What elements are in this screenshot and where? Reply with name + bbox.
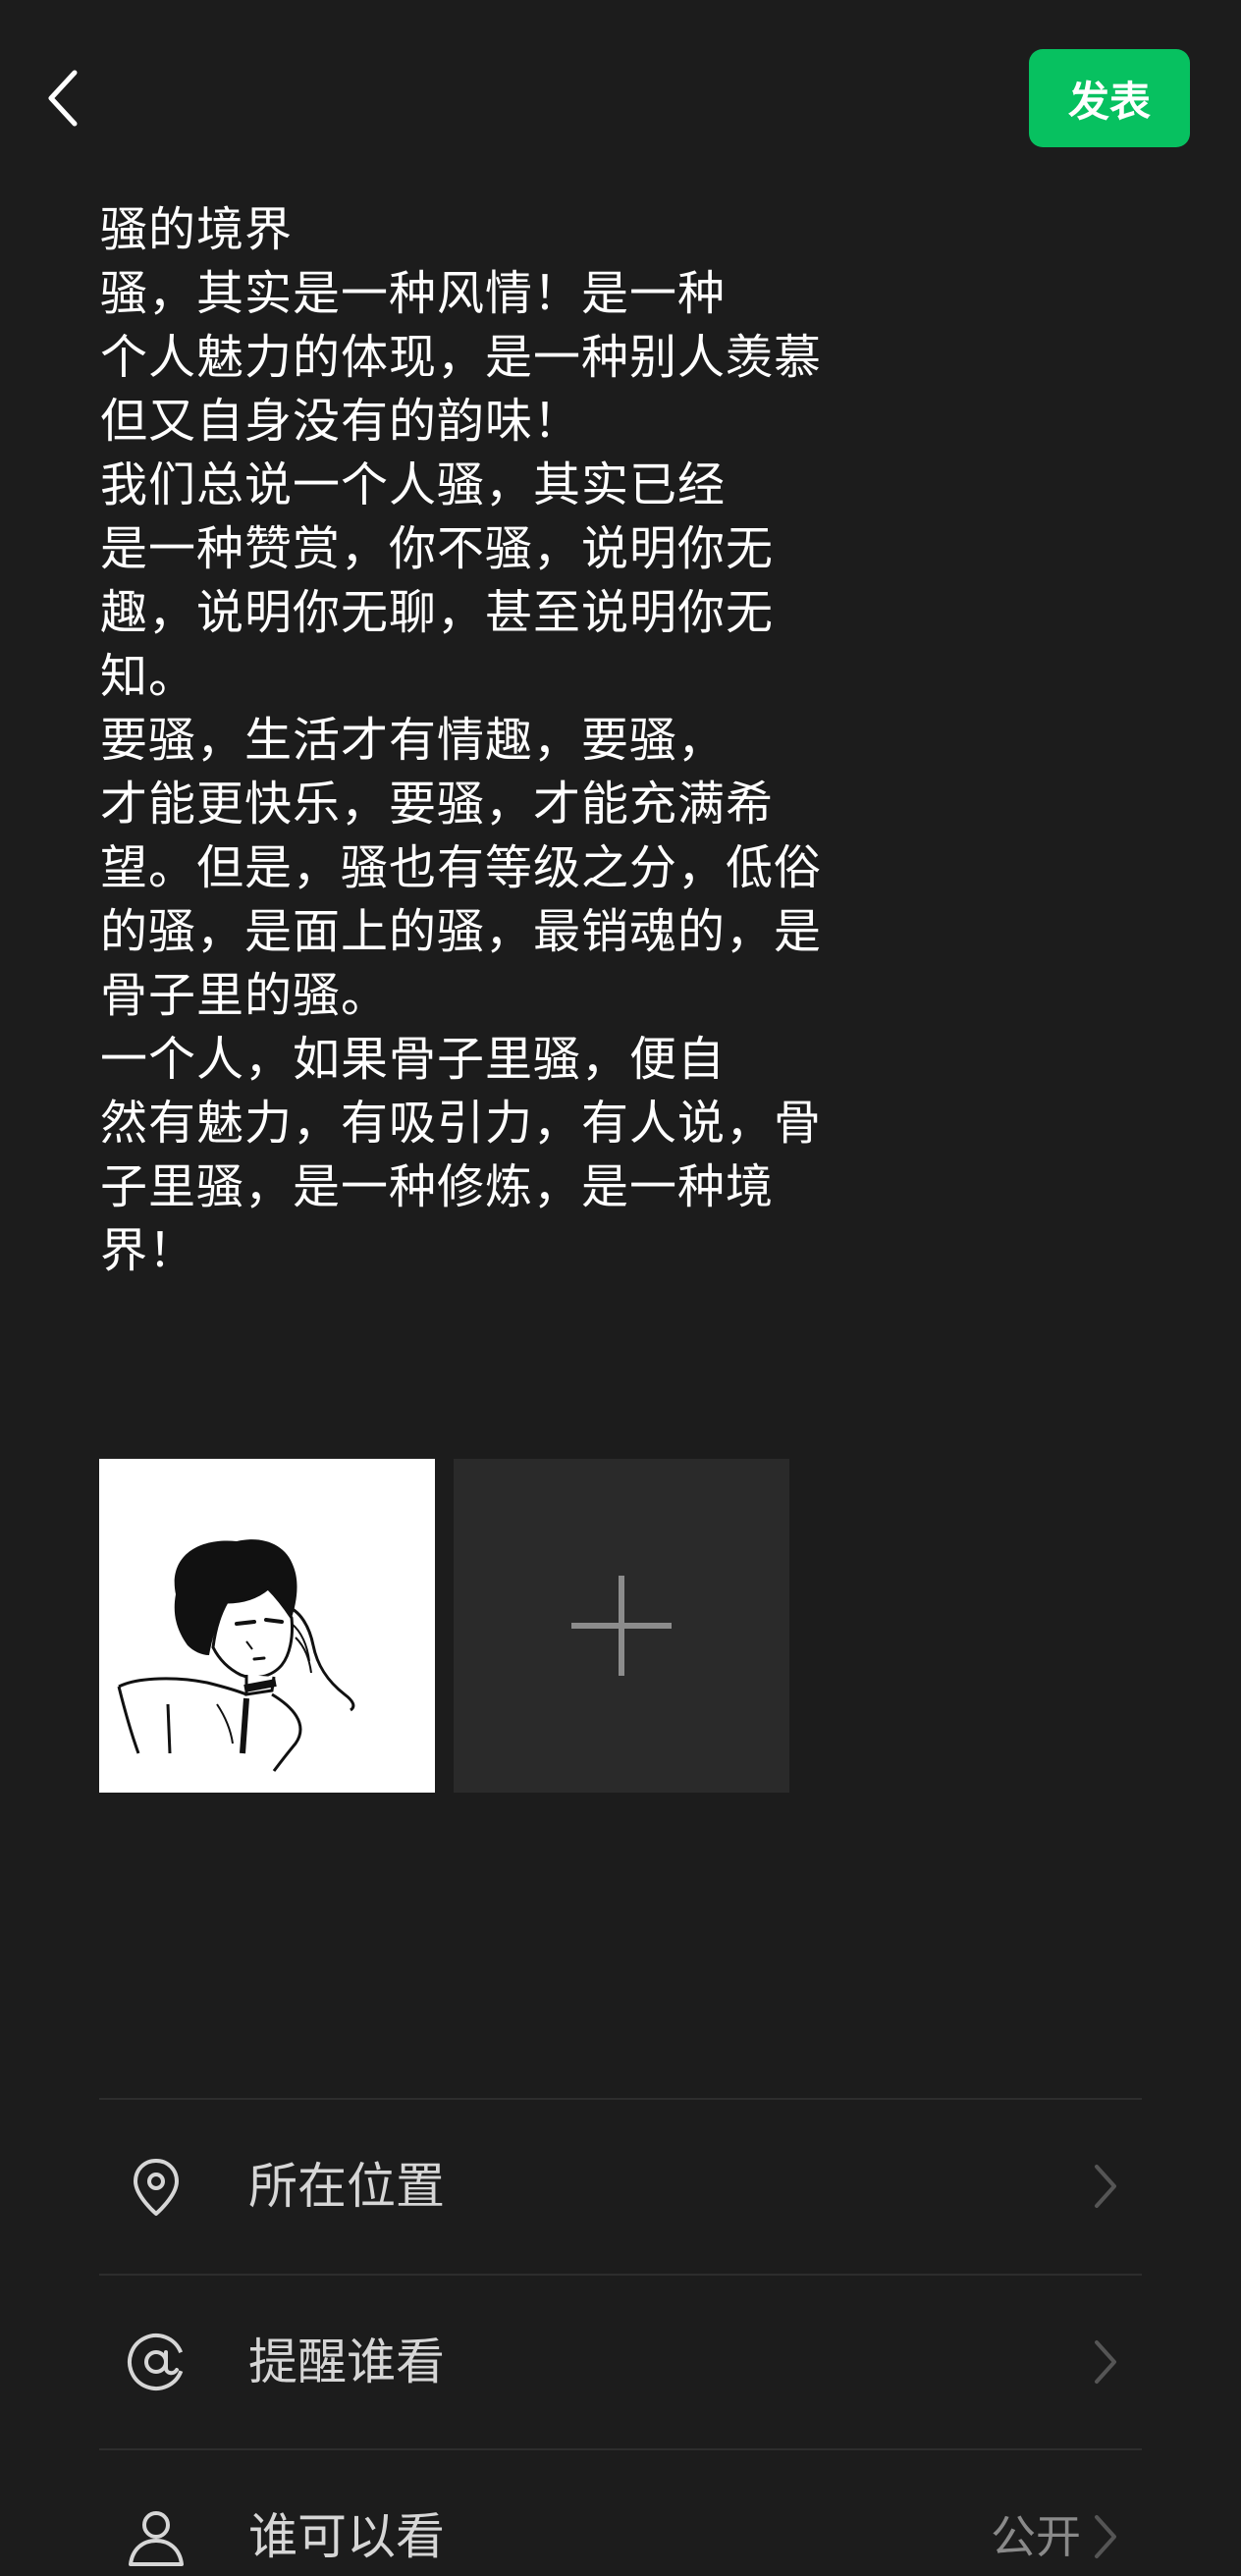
post-text-line: 子里骚，是一种修炼，是一种境 — [100, 1159, 775, 1214]
post-text-line: 趣，说明你无聊，甚至说明你无 — [100, 585, 775, 640]
location-row[interactable]: 所在位置 — [99, 2100, 1142, 2273]
post-text-line: 的骚，是面上的骚，最销魂的，是 — [100, 904, 823, 959]
visibility-value: 公开 — [991, 2510, 1081, 2563]
publish-button[interactable]: 发表 — [1029, 49, 1190, 147]
attached-image-thumbnail[interactable] — [99, 1459, 435, 1793]
mention-row[interactable]: 提醒谁看 — [99, 2276, 1142, 2448]
post-text-line: 骨子里的骚。 — [100, 968, 390, 1023]
at-icon — [128, 2334, 185, 2390]
post-text-line: 要骚，生活才有情趣，要骚， — [100, 713, 727, 768]
chevron-right-icon — [1095, 2515, 1116, 2558]
post-text-line: 是一种赞赏，你不骚，说明你无 — [100, 521, 775, 576]
girl-illustration-image — [117, 1539, 355, 1772]
post-text-line: 才能更快乐，要骚，才能充满希 — [100, 777, 775, 832]
moments-compose-screen: 发表 骚的境界 骚，其实是一种风情！是一种 个人魅力的体现，是一种别人羡慕 但又… — [0, 0, 1241, 2576]
post-text-input[interactable]: 骚的境界 骚，其实是一种风情！是一种 个人魅力的体现，是一种别人羡慕 但又自身没… — [100, 198, 905, 1283]
chevron-left-icon — [48, 70, 78, 127]
chevron-right-icon — [1095, 2340, 1116, 2384]
post-text-line: 一个人，如果骨子里骚，便自 — [100, 1032, 727, 1087]
post-text-line: 望。但是，骚也有等级之分，低俗 — [100, 840, 823, 895]
location-pin-icon — [134, 2159, 179, 2216]
post-text-line: 然有魅力，有吸引力，有人说，骨 — [100, 1096, 823, 1151]
post-text-line: 骚的境界 — [100, 202, 294, 257]
post-text-line: 知。 — [100, 649, 197, 704]
visibility-label: 谁可以看 — [248, 2508, 445, 2565]
add-image-button[interactable] — [454, 1459, 789, 1793]
person-icon — [129, 2511, 184, 2566]
post-text-line: 我们总说一个人骚，其实已经 — [100, 457, 727, 512]
plus-icon — [571, 1576, 672, 1676]
visibility-row[interactable]: 谁可以看 公开 — [99, 2450, 1142, 2576]
post-text-line: 但又自身没有的韵味！ — [100, 394, 582, 449]
location-label: 所在位置 — [248, 2158, 445, 2215]
mention-label: 提醒谁看 — [248, 2334, 445, 2390]
chevron-right-icon — [1095, 2165, 1116, 2208]
post-text-line: 界！ — [100, 1223, 197, 1278]
post-text-line: 个人魅力的体现，是一种别人羡慕 — [100, 330, 823, 385]
post-text-line: 骚，其实是一种风情！是一种 — [100, 266, 727, 321]
back-button[interactable] — [31, 57, 94, 139]
